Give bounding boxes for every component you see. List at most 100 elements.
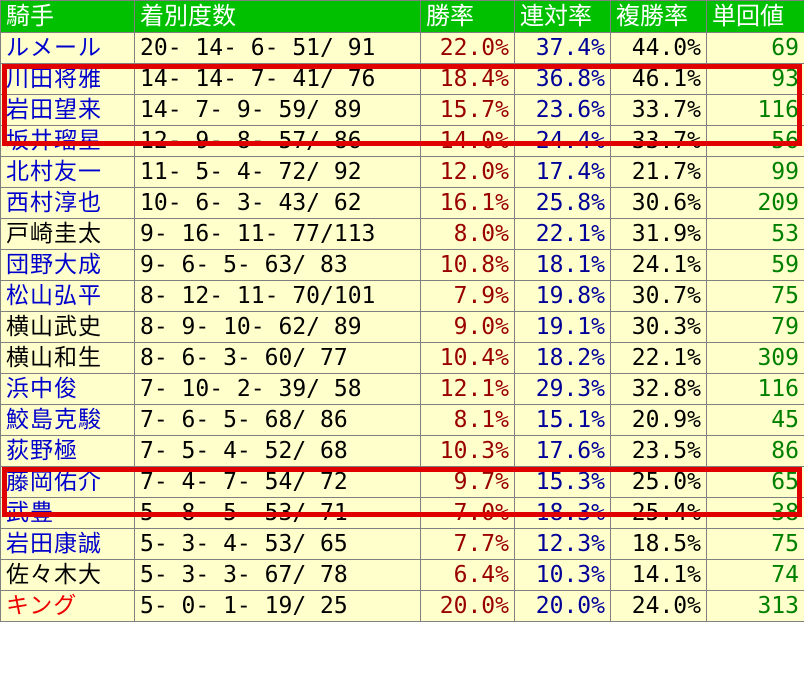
jockey-name-cell[interactable]: 武豊 xyxy=(0,497,135,529)
top2-rate-cell: 19.1% xyxy=(514,311,611,343)
header-top3-rate[interactable]: 複勝率 xyxy=(610,0,707,33)
top3-rate-cell: 18.5% xyxy=(610,528,707,560)
jockey-name-cell[interactable]: 荻野極 xyxy=(0,435,135,467)
record-cell: 5- 3- 3- 67/ 78 xyxy=(134,559,421,591)
record-cell: 20- 14- 6- 51/ 91 xyxy=(134,32,421,64)
jockey-name-cell[interactable]: 戸崎圭太 xyxy=(0,218,135,250)
record-cell: 14- 7- 9- 59/ 89 xyxy=(134,94,421,126)
jockey-name-cell[interactable]: 鮫島克駿 xyxy=(0,404,135,436)
win-return-cell: 86 xyxy=(706,435,804,467)
top2-rate-cell: 12.3% xyxy=(514,528,611,560)
win-rate-cell: 12.0% xyxy=(420,156,515,188)
record-cell: 8- 12- 11- 70/101 xyxy=(134,280,421,312)
top2-rate-cell: 17.4% xyxy=(514,156,611,188)
win-rate-cell: 15.7% xyxy=(420,94,515,126)
top2-rate-cell: 18.1% xyxy=(514,249,611,281)
win-rate-cell: 20.0% xyxy=(420,590,515,622)
header-record[interactable]: 着別度数 xyxy=(134,0,421,33)
win-return-cell: 59 xyxy=(706,249,804,281)
top3-rate-cell: 14.1% xyxy=(610,559,707,591)
jockey-name-cell[interactable]: 川田将雅 xyxy=(0,63,135,95)
win-return-cell: 74 xyxy=(706,559,804,591)
top2-rate-cell: 29.3% xyxy=(514,373,611,405)
top2-rate-cell: 37.4% xyxy=(514,32,611,64)
top2-rate-cell: 22.1% xyxy=(514,218,611,250)
top3-rate-cell: 30.3% xyxy=(610,311,707,343)
win-rate-cell: 10.4% xyxy=(420,342,515,374)
top3-rate-cell: 22.1% xyxy=(610,342,707,374)
table-row: キング 5- 0- 1- 19/ 25 20.0% 20.0% 24.0% 313 xyxy=(0,590,804,622)
jockey-name-cell[interactable]: 団野大成 xyxy=(0,249,135,281)
jockey-name-cell[interactable]: 横山和生 xyxy=(0,342,135,374)
jockey-name-cell[interactable]: ルメール xyxy=(0,32,135,64)
record-cell: 5- 8- 5- 53/ 71 xyxy=(134,497,421,529)
top2-rate-cell: 10.3% xyxy=(514,559,611,591)
win-rate-cell: 12.1% xyxy=(420,373,515,405)
record-cell: 7- 10- 2- 39/ 58 xyxy=(134,373,421,405)
jockey-name-cell[interactable]: 北村友一 xyxy=(0,156,135,188)
top3-rate-cell: 24.1% xyxy=(610,249,707,281)
table-row: 横山武史 8- 9- 10- 62/ 89 9.0% 19.1% 30.3% 79 xyxy=(0,311,804,343)
top2-rate-cell: 19.8% xyxy=(514,280,611,312)
win-return-cell: 38 xyxy=(706,497,804,529)
table-row: 武豊 5- 8- 5- 53/ 71 7.0% 18.3% 25.4% 38 xyxy=(0,497,804,529)
top2-rate-cell: 25.8% xyxy=(514,187,611,219)
win-return-cell: 93 xyxy=(706,63,804,95)
win-rate-cell: 22.0% xyxy=(420,32,515,64)
record-cell: 5- 0- 1- 19/ 25 xyxy=(134,590,421,622)
win-rate-cell: 6.4% xyxy=(420,559,515,591)
table-row: 荻野極 7- 5- 4- 52/ 68 10.3% 17.6% 23.5% 86 xyxy=(0,435,804,467)
top3-rate-cell: 25.0% xyxy=(610,466,707,498)
top2-rate-cell: 24.4% xyxy=(514,125,611,157)
jockey-name-cell[interactable]: 佐々木大 xyxy=(0,559,135,591)
top2-rate-cell: 15.3% xyxy=(514,466,611,498)
table-row: 藤岡佑介 7- 4- 7- 54/ 72 9.7% 15.3% 25.0% 65 xyxy=(0,466,804,498)
win-rate-cell: 8.1% xyxy=(420,404,515,436)
jockey-name-cell[interactable]: 松山弘平 xyxy=(0,280,135,312)
jockey-name-cell[interactable]: 浜中俊 xyxy=(0,373,135,405)
win-return-cell: 116 xyxy=(706,94,804,126)
header-win-rate[interactable]: 勝率 xyxy=(420,0,515,33)
header-win-return[interactable]: 単回値 xyxy=(706,0,804,33)
jockey-name-cell[interactable]: 岩田康誠 xyxy=(0,528,135,560)
top3-rate-cell: 31.9% xyxy=(610,218,707,250)
jockey-name-cell[interactable]: 藤岡佑介 xyxy=(0,466,135,498)
win-rate-cell: 9.0% xyxy=(420,311,515,343)
top3-rate-cell: 33.7% xyxy=(610,94,707,126)
top3-rate-cell: 20.9% xyxy=(610,404,707,436)
win-rate-cell: 16.1% xyxy=(420,187,515,219)
jockey-name-cell[interactable]: 岩田望来 xyxy=(0,94,135,126)
jockey-name-cell[interactable]: 西村淳也 xyxy=(0,187,135,219)
header-top2-rate[interactable]: 連対率 xyxy=(514,0,611,33)
header-row: 騎手 着別度数 勝率 連対率 複勝率 単回値 xyxy=(0,0,804,33)
record-cell: 9- 16- 11- 77/113 xyxy=(134,218,421,250)
header-jockey[interactable]: 騎手 xyxy=(0,0,135,33)
record-cell: 8- 9- 10- 62/ 89 xyxy=(134,311,421,343)
table-row: 北村友一 11- 5- 4- 72/ 92 12.0% 17.4% 21.7% 99 xyxy=(0,156,804,188)
jockey-stats-table: 騎手 着別度数 勝率 連対率 複勝率 単回値 ルメール 20- 14- 6- 51… xyxy=(0,0,804,622)
win-return-cell: 75 xyxy=(706,280,804,312)
table-header: 騎手 着別度数 勝率 連対率 複勝率 単回値 xyxy=(0,0,804,33)
win-return-cell: 75 xyxy=(706,528,804,560)
win-rate-cell: 8.0% xyxy=(420,218,515,250)
table-row: 岩田康誠 5- 3- 4- 53/ 65 7.7% 12.3% 18.5% 75 xyxy=(0,528,804,560)
win-return-cell: 65 xyxy=(706,466,804,498)
top2-rate-cell: 18.2% xyxy=(514,342,611,374)
win-return-cell: 313 xyxy=(706,590,804,622)
top3-rate-cell: 44.0% xyxy=(610,32,707,64)
win-return-cell: 45 xyxy=(706,404,804,436)
jockey-name-cell[interactable]: 坂井瑠星 xyxy=(0,125,135,157)
table-row: 松山弘平 8- 12- 11- 70/101 7.9% 19.8% 30.7% 75 xyxy=(0,280,804,312)
win-rate-cell: 9.7% xyxy=(420,466,515,498)
table-row: 浜中俊 7- 10- 2- 39/ 58 12.1% 29.3% 32.8% 116 xyxy=(0,373,804,405)
jockey-name-cell[interactable]: 横山武史 xyxy=(0,311,135,343)
jockey-name-cell[interactable]: キング xyxy=(0,590,135,622)
table-row: 佐々木大 5- 3- 3- 67/ 78 6.4% 10.3% 14.1% 74 xyxy=(0,559,804,591)
top3-rate-cell: 33.7% xyxy=(610,125,707,157)
record-cell: 7- 6- 5- 68/ 86 xyxy=(134,404,421,436)
win-rate-cell: 18.4% xyxy=(420,63,515,95)
top2-rate-cell: 18.3% xyxy=(514,497,611,529)
table-row: 岩田望来 14- 7- 9- 59/ 89 15.7% 23.6% 33.7% 116 xyxy=(0,94,804,126)
top2-rate-cell: 36.8% xyxy=(514,63,611,95)
record-cell: 7- 4- 7- 54/ 72 xyxy=(134,466,421,498)
